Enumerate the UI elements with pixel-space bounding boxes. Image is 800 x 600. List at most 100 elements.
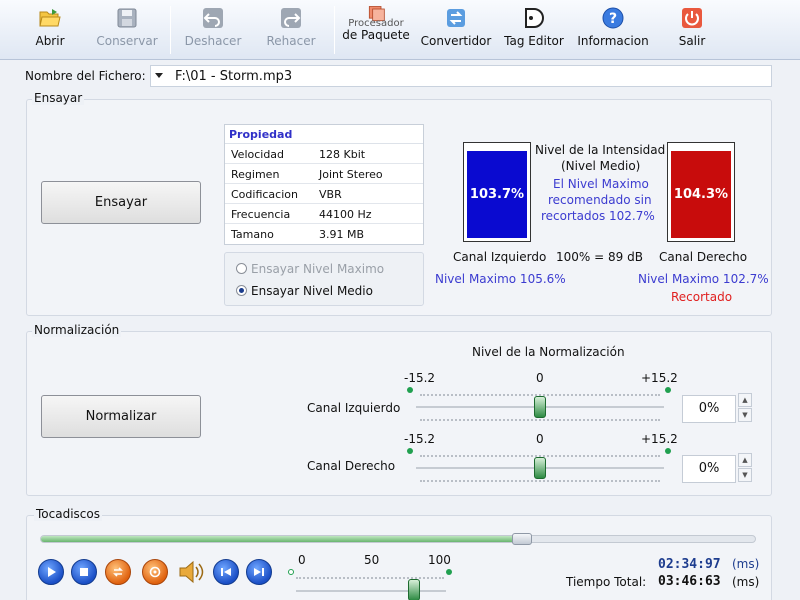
current-time-unit: (ms) [732, 557, 760, 571]
right-meter-fill: 104.3% [671, 151, 731, 238]
table-row: Frecuencia 44100 Hz [225, 204, 423, 224]
save-button[interactable]: Conservar [94, 6, 160, 56]
file-label: Nombre del Fichero: [25, 69, 146, 83]
exit-button[interactable]: Salir [668, 6, 716, 56]
file-path-value: F:\01 - Storm.mp3 [175, 69, 293, 84]
right-max-level: Nivel Maximo 102.7% [638, 272, 769, 286]
properties-header: Propiedad [225, 125, 423, 144]
normalize-right-label: Canal Derecho [307, 459, 396, 473]
volume-button[interactable] [176, 558, 206, 586]
player-group-title: Tocadiscos [34, 507, 102, 521]
left-level-meter: 103.7% [463, 142, 531, 242]
redo-icon [281, 8, 301, 28]
play-icon [48, 567, 56, 577]
spin-down-icon[interactable]: ▼ [738, 468, 752, 482]
info-button[interactable]: ? Informacion [574, 6, 652, 56]
stop-button[interactable] [71, 559, 97, 585]
repeat-button[interactable] [105, 559, 131, 585]
slider-max-marker [665, 387, 671, 393]
folder-open-icon [39, 9, 61, 27]
total-time: 03:46:63 [658, 574, 721, 589]
spin-up-icon[interactable]: ▲ [738, 453, 752, 467]
file-row: Nombre del Fichero: F:\01 - Storm.mp3 [0, 64, 800, 90]
normalize-group-title: Normalización [32, 323, 122, 337]
radio-button[interactable] [236, 285, 247, 296]
volume-min-label: 0 [298, 553, 306, 567]
slider-ticks [420, 480, 660, 482]
redo-button[interactable]: Rehacer [262, 6, 320, 56]
spin-up-icon[interactable]: ▲ [738, 393, 752, 407]
left-slider-max: +15.2 [641, 371, 678, 385]
total-time-label: Tiempo Total: [566, 575, 647, 589]
right-level-meter: 104.3% [667, 142, 735, 242]
right-slider-min: -15.2 [404, 432, 436, 446]
tag-editor-icon [525, 8, 544, 28]
table-row: Codificacion VBR [225, 184, 423, 204]
normalize-button[interactable]: Normalizar [41, 395, 201, 438]
current-time: 02:34:97 [658, 557, 721, 572]
right-channel-label: Canal Derecho [659, 250, 748, 264]
analyze-button[interactable]: Ensayar [41, 181, 201, 224]
intensity-subtitle: (Nivel Medio) [561, 159, 641, 173]
analyze-group-title: Ensayar [32, 91, 85, 105]
intensity-title: Nivel de la Intensidad [535, 143, 666, 157]
repeat-icon [113, 567, 123, 577]
loop-button[interactable] [142, 559, 168, 585]
slider-min-marker [407, 387, 413, 393]
recommend-line-2: recomendado sin [548, 193, 652, 207]
right-normalize-thumb[interactable] [534, 457, 546, 479]
spin-down-icon[interactable]: ▼ [738, 408, 752, 422]
left-normalize-thumb[interactable] [534, 396, 546, 418]
left-max-level: Nivel Maximo 105.6% [435, 272, 566, 286]
toolbar: Abrir Conservar Deshacer Rehacer Procesa… [0, 0, 800, 60]
seek-bar-thumb[interactable] [512, 533, 532, 545]
volume-mid-label: 50 [364, 553, 380, 567]
previous-button[interactable] [213, 559, 239, 585]
open-button[interactable]: Abrir [28, 6, 72, 56]
radio-button[interactable] [236, 263, 247, 274]
left-channel-label: Canal Izquierdo [453, 250, 547, 264]
radio-max-level[interactable]: Ensayar Nivel Maximo [236, 262, 384, 276]
play-button[interactable] [38, 559, 64, 585]
next-button[interactable] [246, 559, 272, 585]
volume-track[interactable] [296, 590, 446, 592]
seek-bar-progress [41, 536, 520, 542]
right-slider-max: +15.2 [641, 432, 678, 446]
toolbar-separator [334, 6, 335, 54]
db-reference: 100% = 89 dB [556, 250, 643, 264]
recommend-line-1: El Nivel Maximo [553, 177, 649, 191]
seek-bar[interactable] [40, 533, 756, 545]
floppy-disk-icon [117, 8, 137, 28]
volume-ticks [296, 577, 444, 579]
left-slider-min: -15.2 [404, 371, 436, 385]
table-row: Regimen Joint Stereo [225, 164, 423, 184]
chevron-down-icon[interactable] [155, 73, 163, 78]
stop-icon [80, 568, 88, 576]
radio-avg-level[interactable]: Ensayar Nivel Medio [236, 284, 373, 298]
volume-thumb[interactable] [408, 579, 420, 600]
right-normalize-input[interactable]: 0% [682, 455, 736, 483]
volume-min-marker [288, 569, 294, 575]
tag-editor-button[interactable]: Tag Editor [502, 6, 566, 56]
converter-button[interactable]: Convertidor [420, 6, 492, 56]
normalize-left-label: Canal Izquierdo [307, 401, 401, 415]
toolbar-separator [170, 6, 171, 54]
total-time-unit: (ms) [732, 575, 760, 589]
left-meter-fill: 103.7% [467, 151, 527, 238]
converter-icon [447, 9, 465, 27]
file-combobox[interactable]: F:\01 - Storm.mp3 [150, 65, 772, 87]
table-row: Velocidad 128 Kbit [225, 144, 423, 164]
table-row: Tamano 3.91 MB [231, 228, 365, 241]
batch-processor-button[interactable]: Procesador de Paquete [340, 4, 412, 54]
clipped-label: Recortado [671, 290, 733, 304]
properties-table: Propiedad Velocidad 128 Kbit Regimen Joint… [224, 124, 424, 245]
help-icon: ? [602, 7, 624, 29]
speaker-icon [179, 560, 204, 584]
left-normalize-input[interactable]: 0% [682, 395, 736, 423]
left-slider-mid: 0 [536, 371, 544, 385]
skip-forward-icon [254, 568, 264, 576]
volume-max-marker [446, 569, 452, 575]
skip-back-icon [221, 568, 231, 576]
loop-icon [149, 566, 161, 578]
undo-button[interactable]: Deshacer [182, 6, 244, 56]
